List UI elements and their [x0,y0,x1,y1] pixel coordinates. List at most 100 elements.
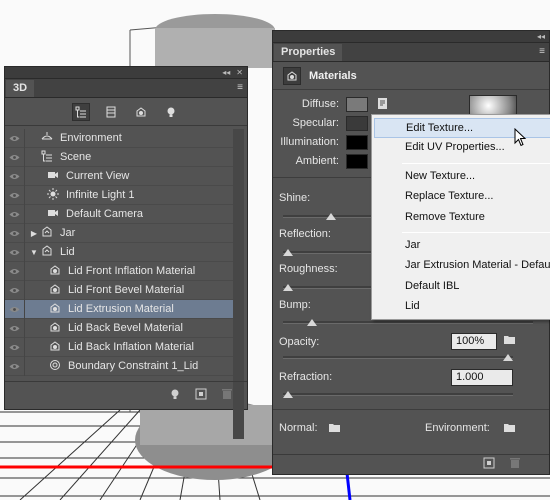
tree-item[interactable]: Lid Back Bevel Material [5,318,235,338]
close-icon[interactable]: ✕ [236,68,243,77]
divider [273,409,549,410]
material-filter-icon[interactable] [132,103,150,121]
visibility-eye-icon[interactable] [5,337,25,357]
menu-item[interactable]: Lid [405,300,420,312]
tree-item-label: Lid Front Bevel Material [68,284,185,296]
environment-label: Environment: [425,422,490,434]
visibility-eye-icon[interactable] [5,128,25,148]
visibility-eye-icon[interactable] [5,261,25,281]
visibility-eye-icon[interactable] [5,185,25,205]
tree-item-label: Default Camera [66,208,144,220]
panel-menu-icon[interactable]: ≡ [539,46,545,57]
panel-titlebar[interactable]: ◂◂ [273,31,549,43]
tree-item-label: Current View [66,170,130,182]
tree-item[interactable]: Current View [5,166,235,186]
menu-item[interactable]: New Texture... [405,170,475,182]
mesh-filter-icon[interactable] [102,103,120,121]
menu-item[interactable]: Jar [405,239,420,251]
tree-item-label: Lid Front Inflation Material [68,265,196,277]
opacity-field[interactable]: 100% [451,333,497,350]
menu-item[interactable]: Replace Texture... [405,190,493,202]
illumination-swatch[interactable] [346,135,368,150]
tree-item[interactable]: Default Camera [5,204,235,224]
new-item-icon[interactable] [483,457,495,472]
diffuse-label: Diffuse: [301,98,339,110]
menu-item[interactable]: Edit UV Properties... [405,141,505,153]
tree-item[interactable]: Lid Extrusion Material [5,299,235,319]
bump-slider[interactable] [283,319,533,326]
refraction-slider-thumb[interactable] [283,391,293,398]
scene-filter-icon[interactable] [72,102,90,121]
tree-item[interactable]: Infinite Light 1 [5,185,235,205]
visibility-eye-icon[interactable] [5,223,25,243]
visibility-eye-icon[interactable] [5,318,25,338]
diffuse-texture-icon[interactable] [377,97,390,113]
refraction-field[interactable]: 1.000 [451,369,513,386]
tree-item[interactable]: ▼ Lid [5,242,235,262]
material-icon [47,302,63,317]
tree-item[interactable]: Scene [5,147,235,167]
tree-item[interactable]: Lid Front Bevel Material [5,280,235,300]
menu-separator [402,232,550,233]
opacity-slider-thumb[interactable] [503,354,513,361]
shine-slider-thumb[interactable] [326,213,337,220]
new-item-icon[interactable] [195,388,207,403]
mesh-icon [39,244,55,260]
opacity-folder-icon[interactable] [503,334,516,348]
materials-header: Materials [273,62,549,90]
visibility-eye-icon[interactable] [5,242,25,262]
panel-titlebar[interactable]: ◂◂ ✕ [5,67,247,79]
refraction-slider[interactable] [283,391,513,398]
material-icon [47,321,63,336]
reflection-label: Reflection: [279,228,331,240]
trash-icon[interactable] [509,457,521,472]
visibility-eye-icon[interactable] [5,166,25,186]
diffuse-swatch[interactable] [346,97,368,112]
visibility-eye-icon[interactable] [5,204,25,224]
specular-swatch[interactable] [346,116,368,131]
opacity-slider[interactable] [283,354,513,361]
illumination-label: Illumination: [280,136,339,148]
tree-item[interactable]: Lid Back Inflation Material [5,337,235,357]
tab-3d[interactable]: 3D [6,80,35,97]
visibility-eye-icon[interactable] [5,147,25,167]
tree-item-label: Lid Extrusion Material [68,303,174,315]
menu-item[interactable]: Jar Extrusion Material - Defau [405,259,550,271]
mouse-cursor-icon [514,128,527,147]
menu-item[interactable]: Remove Texture [405,211,485,223]
tab-properties[interactable]: Properties [274,44,343,61]
environment-folder-icon[interactable] [503,422,516,436]
normal-label: Normal: [279,422,318,434]
tree-item[interactable]: Boundary Constraint 1_Lid [5,356,235,376]
tree-item[interactable]: ▶ Jar [5,223,235,243]
specular-label: Specular: [292,117,339,129]
expand-toggle-icon[interactable]: ▼ [29,248,39,257]
tree-item-label: Scene [60,151,92,163]
visibility-eye-icon[interactable] [5,356,25,376]
camera-icon [45,207,61,222]
panel-menu-icon[interactable]: ≡ [237,82,243,93]
collapse-icon[interactable]: ◂◂ [537,32,545,41]
tree-item[interactable]: Environment [5,128,235,148]
scene-tree: Environment Scene Current View Infinite Lig… [5,128,235,376]
camera-icon [45,169,61,184]
reflection-slider-thumb[interactable] [283,249,293,256]
tree-item-label: Lid Back Bevel Material [68,322,183,334]
bump-label: Bump: [279,299,311,311]
normal-folder-icon[interactable] [328,422,341,436]
material-icon [47,283,63,298]
menu-item[interactable]: Default IBL [405,280,459,292]
visibility-eye-icon[interactable] [5,299,25,319]
tree-item-label: Infinite Light 1 [66,189,135,201]
tree-item[interactable]: Lid Front Inflation Material [5,261,235,281]
bump-slider-thumb[interactable] [307,319,317,326]
light-add-icon[interactable] [169,388,181,403]
trash-icon[interactable] [221,388,233,403]
expand-toggle-icon[interactable]: ▶ [29,229,39,238]
roughness-slider-thumb[interactable] [283,284,293,291]
ambient-swatch[interactable] [346,154,368,169]
light-filter-icon[interactable] [162,103,180,121]
filter-bar [5,98,247,126]
visibility-eye-icon[interactable] [5,280,25,300]
collapse-icon[interactable]: ◂◂ [222,68,230,77]
